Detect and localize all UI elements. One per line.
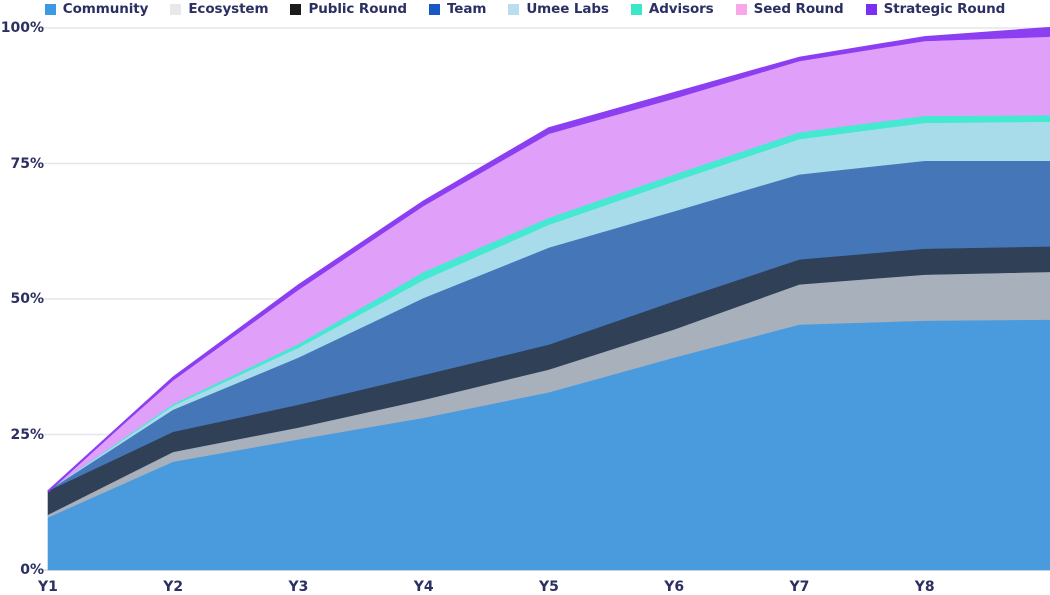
legend-label: Team <box>446 1 487 17</box>
plot-area: 0% 25% 50% 75% 100% Y1 Y2 Y3 Y4 Y5 Y6 Y7 Y8 <box>0 18 1050 595</box>
legend-swatch-icon <box>290 3 302 15</box>
legend-swatch-icon <box>735 3 747 15</box>
legend-label: Strategic Round <box>883 1 1006 17</box>
legend-item-umee-labs[interactable]: Umee Labs <box>508 1 609 17</box>
legend-swatch-icon <box>44 3 56 15</box>
x-axis-tick-label: Y5 <box>539 579 559 595</box>
legend-label: Public Round <box>308 1 407 17</box>
x-axis-tick-label: Y7 <box>789 579 810 595</box>
legend-item-public-round[interactable]: Public Round <box>290 1 407 17</box>
legend-swatch-icon <box>428 3 440 15</box>
y-axis-tick-label: 50% <box>10 291 44 307</box>
legend-item-strategic-round[interactable]: Strategic Round <box>865 1 1006 17</box>
legend-label: Community <box>62 1 149 17</box>
chart-legend: Community Ecosystem Public Round Team Umee L… <box>0 0 1050 18</box>
legend-item-ecosystem[interactable]: Ecosystem <box>170 1 269 17</box>
y-axis-tick-label: 75% <box>10 155 44 172</box>
x-axis-tick-label: Y1 <box>38 579 58 595</box>
y-axis-tick-label: 100% <box>0 20 44 36</box>
x-axis-tick-label: Y2 <box>163 579 184 595</box>
legend-item-advisors[interactable]: Advisors <box>630 1 714 17</box>
legend-label: Seed Round <box>753 1 844 17</box>
legend-item-community[interactable]: Community <box>44 1 149 17</box>
x-axis-tick-label: Y3 <box>288 579 309 595</box>
x-axis-tick-label: Y4 <box>413 579 434 595</box>
legend-swatch-icon <box>508 3 520 15</box>
stacked-area-chart: Community Ecosystem Public Round Team Umee L… <box>0 0 1050 595</box>
x-axis-tick-label: Y6 <box>664 579 685 595</box>
legend-label: Ecosystem <box>188 1 269 17</box>
legend-item-team[interactable]: Team <box>428 1 487 17</box>
y-axis-tick-label: 0% <box>20 562 44 578</box>
legend-swatch-icon <box>170 3 182 15</box>
legend-swatch-icon <box>865 3 877 15</box>
chart-canvas <box>38 26 1050 571</box>
legend-label: Advisors <box>648 1 714 17</box>
x-axis-tick-label: Y8 <box>914 579 935 595</box>
y-axis-tick-label: 25% <box>10 426 44 443</box>
legend-item-seed-round[interactable]: Seed Round <box>735 1 844 17</box>
legend-swatch-icon <box>630 3 642 15</box>
legend-label: Umee Labs <box>526 1 609 17</box>
